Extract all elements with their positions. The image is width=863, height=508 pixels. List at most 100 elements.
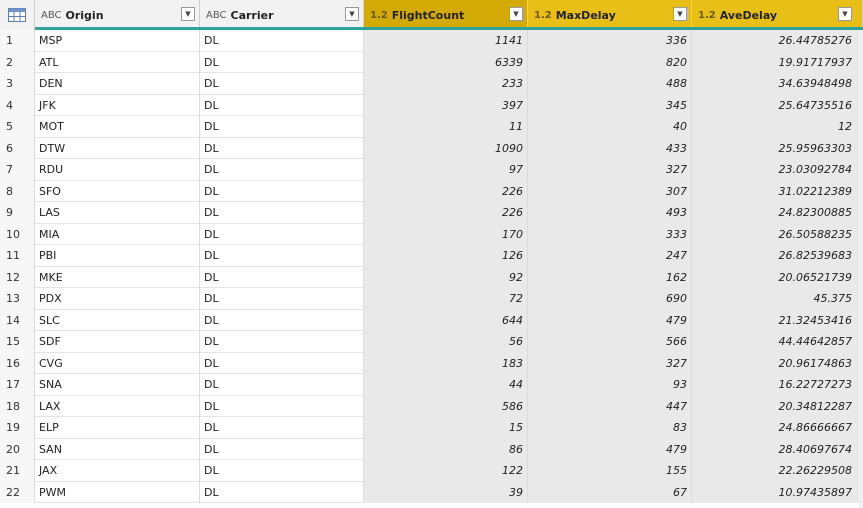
cell-flightcount[interactable]: 39 bbox=[364, 481, 528, 503]
cell-avedelay[interactable]: 16.22727273 bbox=[692, 374, 863, 396]
table-row[interactable]: 14 SLC DL 644 479 21.32453416 bbox=[0, 309, 863, 331]
cell-avedelay[interactable]: 31.02212389 bbox=[692, 180, 863, 202]
cell-origin[interactable]: SFO bbox=[35, 180, 200, 202]
table-row[interactable]: 13 PDX DL 72 690 45.375 bbox=[0, 288, 863, 310]
cell-origin[interactable]: PBI bbox=[35, 245, 200, 267]
cell-carrier[interactable]: DL bbox=[200, 352, 364, 374]
cell-origin[interactable]: SNA bbox=[35, 374, 200, 396]
filter-dropdown-icon[interactable]: ▼ bbox=[509, 7, 523, 21]
row-number[interactable]: 6 bbox=[0, 137, 35, 159]
table-row[interactable]: 4 JFK DL 397 345 25.64735516 bbox=[0, 94, 863, 116]
cell-flightcount[interactable]: 586 bbox=[364, 395, 528, 417]
cell-carrier[interactable]: DL bbox=[200, 331, 364, 353]
row-number[interactable]: 3 bbox=[0, 73, 35, 95]
cell-origin[interactable]: PWM bbox=[35, 481, 200, 503]
cell-origin[interactable]: SDF bbox=[35, 331, 200, 353]
cell-flightcount[interactable]: 183 bbox=[364, 352, 528, 374]
table-row[interactable]: 6 DTW DL 1090 433 25.95963303 bbox=[0, 137, 863, 159]
cell-avedelay[interactable]: 26.82539683 bbox=[692, 245, 863, 267]
cell-avedelay[interactable]: 25.64735516 bbox=[692, 94, 863, 116]
cell-origin[interactable]: RDU bbox=[35, 159, 200, 181]
cell-origin[interactable]: ELP bbox=[35, 417, 200, 439]
row-number[interactable]: 19 bbox=[0, 417, 35, 439]
cell-avedelay[interactable]: 20.34812287 bbox=[692, 395, 863, 417]
cell-maxdelay[interactable]: 327 bbox=[528, 159, 692, 181]
table-row[interactable]: 2 ATL DL 6339 820 19.91717937 bbox=[0, 51, 863, 73]
cell-avedelay[interactable]: 24.86666667 bbox=[692, 417, 863, 439]
cell-origin[interactable]: JAX bbox=[35, 460, 200, 482]
cell-flightcount[interactable]: 11 bbox=[364, 116, 528, 138]
cell-carrier[interactable]: DL bbox=[200, 374, 364, 396]
table-row[interactable]: 1 MSP DL 1141 336 26.44785276 bbox=[0, 30, 863, 52]
cell-maxdelay[interactable]: 162 bbox=[528, 266, 692, 288]
cell-maxdelay[interactable]: 336 bbox=[528, 30, 692, 52]
cell-carrier[interactable]: DL bbox=[200, 94, 364, 116]
table-row[interactable]: 18 LAX DL 586 447 20.34812287 bbox=[0, 395, 863, 417]
table-row[interactable]: 12 MKE DL 92 162 20.06521739 bbox=[0, 266, 863, 288]
filter-dropdown-icon[interactable]: ▼ bbox=[673, 7, 687, 21]
cell-flightcount[interactable]: 44 bbox=[364, 374, 528, 396]
cell-carrier[interactable]: DL bbox=[200, 116, 364, 138]
row-number[interactable]: 13 bbox=[0, 288, 35, 310]
cell-carrier[interactable]: DL bbox=[200, 481, 364, 503]
table-row[interactable]: 21 JAX DL 122 155 22.26229508 bbox=[0, 460, 863, 482]
cell-flightcount[interactable]: 122 bbox=[364, 460, 528, 482]
row-number[interactable]: 4 bbox=[0, 94, 35, 116]
cell-maxdelay[interactable]: 493 bbox=[528, 202, 692, 224]
cell-flightcount[interactable]: 72 bbox=[364, 288, 528, 310]
row-number[interactable]: 14 bbox=[0, 309, 35, 331]
cell-maxdelay[interactable]: 247 bbox=[528, 245, 692, 267]
cell-flightcount[interactable]: 6339 bbox=[364, 51, 528, 73]
cell-carrier[interactable]: DL bbox=[200, 137, 364, 159]
table-row[interactable]: 3 DEN DL 233 488 34.63948498 bbox=[0, 73, 863, 95]
cell-carrier[interactable]: DL bbox=[200, 159, 364, 181]
table-row[interactable]: 15 SDF DL 56 566 44.44642857 bbox=[0, 331, 863, 353]
cell-maxdelay[interactable]: 447 bbox=[528, 395, 692, 417]
cell-maxdelay[interactable]: 820 bbox=[528, 51, 692, 73]
cell-avedelay[interactable]: 12 bbox=[692, 116, 863, 138]
cell-carrier[interactable]: DL bbox=[200, 395, 364, 417]
row-number[interactable]: 15 bbox=[0, 331, 35, 353]
column-header-avedelay[interactable]: 1.2 AveDelay ▼ bbox=[692, 0, 863, 30]
row-number[interactable]: 12 bbox=[0, 266, 35, 288]
cell-avedelay[interactable]: 44.44642857 bbox=[692, 331, 863, 353]
cell-carrier[interactable]: DL bbox=[200, 288, 364, 310]
table-row[interactable]: 17 SNA DL 44 93 16.22727273 bbox=[0, 374, 863, 396]
vertical-scrollbar[interactable] bbox=[859, 30, 863, 508]
cell-maxdelay[interactable]: 83 bbox=[528, 417, 692, 439]
cell-carrier[interactable]: DL bbox=[200, 438, 364, 460]
row-number[interactable]: 21 bbox=[0, 460, 35, 482]
filter-dropdown-icon[interactable]: ▼ bbox=[181, 7, 195, 21]
cell-avedelay[interactable]: 20.96174863 bbox=[692, 352, 863, 374]
table-row[interactable]: 19 ELP DL 15 83 24.86666667 bbox=[0, 417, 863, 439]
cell-origin[interactable]: PDX bbox=[35, 288, 200, 310]
cell-maxdelay[interactable]: 40 bbox=[528, 116, 692, 138]
cell-maxdelay[interactable]: 333 bbox=[528, 223, 692, 245]
table-row[interactable]: 11 PBI DL 126 247 26.82539683 bbox=[0, 245, 863, 267]
cell-maxdelay[interactable]: 327 bbox=[528, 352, 692, 374]
row-number[interactable]: 17 bbox=[0, 374, 35, 396]
cell-avedelay[interactable]: 24.82300885 bbox=[692, 202, 863, 224]
cell-maxdelay[interactable]: 690 bbox=[528, 288, 692, 310]
cell-origin[interactable]: DTW bbox=[35, 137, 200, 159]
cell-flightcount[interactable]: 56 bbox=[364, 331, 528, 353]
row-number[interactable]: 11 bbox=[0, 245, 35, 267]
cell-origin[interactable]: JFK bbox=[35, 94, 200, 116]
cell-origin[interactable]: MIA bbox=[35, 223, 200, 245]
cell-carrier[interactable]: DL bbox=[200, 223, 364, 245]
cell-avedelay[interactable]: 21.32453416 bbox=[692, 309, 863, 331]
cell-avedelay[interactable]: 45.375 bbox=[692, 288, 863, 310]
cell-avedelay[interactable]: 25.95963303 bbox=[692, 137, 863, 159]
row-number[interactable]: 20 bbox=[0, 438, 35, 460]
cell-carrier[interactable]: DL bbox=[200, 309, 364, 331]
cell-origin[interactable]: LAS bbox=[35, 202, 200, 224]
table-row[interactable]: 10 MIA DL 170 333 26.50588235 bbox=[0, 223, 863, 245]
row-number[interactable]: 16 bbox=[0, 352, 35, 374]
table-row[interactable]: 8 SFO DL 226 307 31.02212389 bbox=[0, 180, 863, 202]
cell-flightcount[interactable]: 15 bbox=[364, 417, 528, 439]
cell-maxdelay[interactable]: 433 bbox=[528, 137, 692, 159]
row-number[interactable]: 2 bbox=[0, 51, 35, 73]
cell-flightcount[interactable]: 97 bbox=[364, 159, 528, 181]
cell-carrier[interactable]: DL bbox=[200, 460, 364, 482]
cell-flightcount[interactable]: 1141 bbox=[364, 30, 528, 52]
